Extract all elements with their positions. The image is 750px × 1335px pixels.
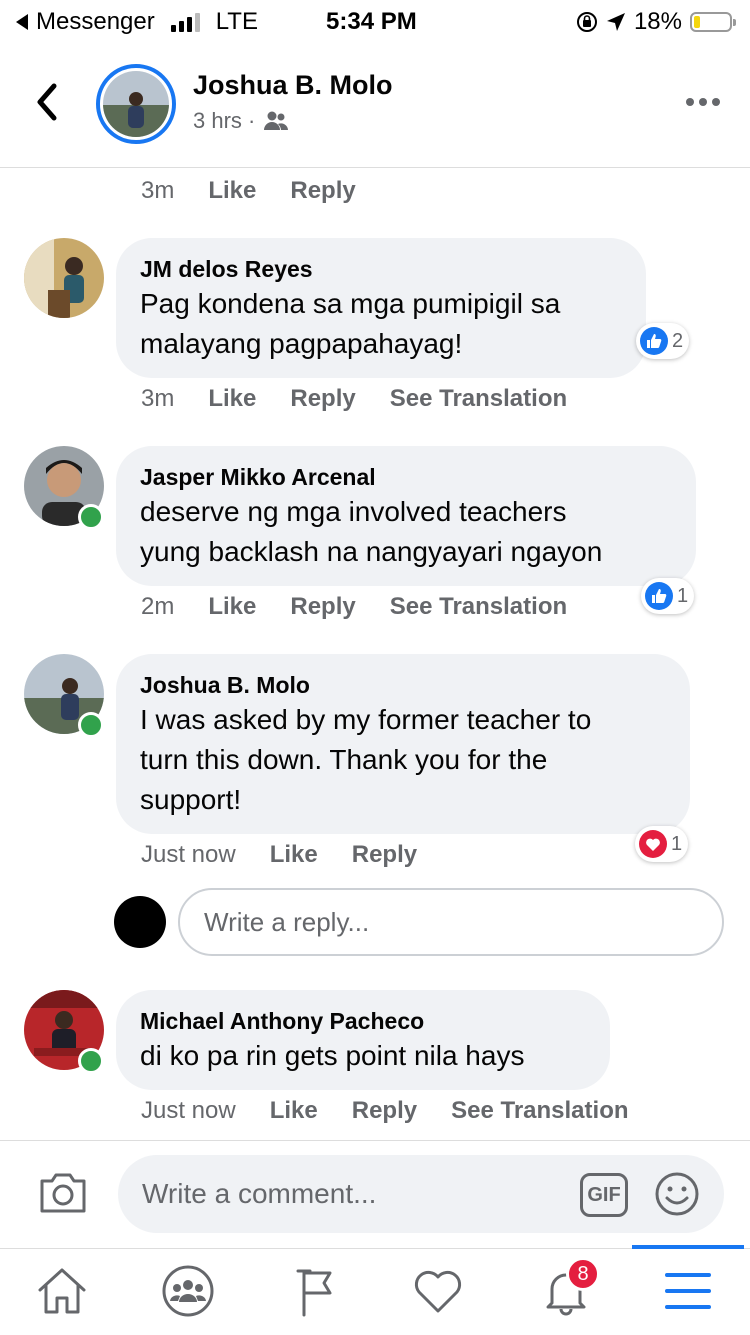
comment-bubble[interactable]: JM delos Reyes Pag kondena sa mga pumipi… <box>116 238 646 378</box>
post-time: 3 hrs · <box>193 108 256 133</box>
reply-placeholder: Write a reply... <box>204 906 370 937</box>
tab-pages[interactable] <box>284 1261 344 1321</box>
gif-label: GIF <box>587 1183 621 1206</box>
chevron-left-icon <box>37 83 57 121</box>
status-bar: Messenger LTE 5:34 PM 18% <box>0 0 750 40</box>
comment-time: 3m <box>141 177 175 204</box>
like-reaction-icon <box>645 582 673 610</box>
tab-groups[interactable] <box>158 1261 218 1321</box>
comment-bubble[interactable]: Joshua B. Molo I was asked by my former … <box>116 654 690 834</box>
comment-text: Pag kondena sa mga pumipigil sa <box>140 288 561 319</box>
back-triangle-icon <box>16 14 28 30</box>
comment-actions: 2m Like Reply See Translation <box>141 593 601 621</box>
online-status-indicator <box>78 1048 104 1074</box>
smiley-icon <box>655 1172 699 1216</box>
menu-icon <box>665 1273 711 1309</box>
like-link[interactable]: Like <box>208 385 256 413</box>
reaction-count: 1 <box>671 832 683 855</box>
reply-link[interactable]: Reply <box>352 841 417 869</box>
reaction-summary[interactable]: 1 <box>641 578 695 614</box>
comment-time: 2m <box>141 593 175 620</box>
comment-input[interactable]: Write a comment... <box>118 1155 724 1233</box>
gif-button[interactable]: GIF <box>580 1173 628 1217</box>
comment-text: support! <box>140 784 242 815</box>
reply-link[interactable]: Reply <box>290 593 355 621</box>
see-translation-link[interactable]: See Translation <box>390 385 567 413</box>
post-meta: 3 hrs · <box>193 108 289 134</box>
comment-actions: 3m Like Reply <box>141 177 390 205</box>
battery-icon <box>690 12 736 32</box>
notification-badge: 8 <box>566 1257 600 1291</box>
comment-placeholder: Write a comment... <box>142 1178 377 1209</box>
reaction-summary[interactable]: 1 <box>635 826 689 862</box>
comment-time: Just now <box>141 1097 236 1124</box>
friends-audience-icon <box>264 111 289 130</box>
online-status-indicator <box>78 504 104 530</box>
reply-link[interactable]: Reply <box>352 1097 417 1125</box>
rotation-lock-icon <box>576 12 597 32</box>
camera-button[interactable] <box>38 1171 88 1220</box>
comment-bubble[interactable]: Jasper Mikko Arcenal deserve ng mga invo… <box>116 446 696 586</box>
back-button[interactable] <box>32 80 60 129</box>
active-tab-indicator <box>632 1245 744 1249</box>
flag-icon <box>296 1269 332 1317</box>
see-translation-link[interactable]: See Translation <box>451 1097 628 1125</box>
commenter-name[interactable]: Joshua B. Molo <box>140 670 666 700</box>
reaction-summary[interactable]: 2 <box>636 323 690 359</box>
love-reaction-icon <box>639 830 667 858</box>
author-avatar[interactable] <box>96 64 176 144</box>
network-label: LTE <box>215 8 258 35</box>
comment-text: malayang pagpapahayag! <box>140 328 463 359</box>
comment-time: Just now <box>141 841 236 868</box>
comment-text: I was asked by my former teacher to <box>140 704 592 735</box>
more-options-button[interactable] <box>686 98 720 106</box>
tab-menu[interactable] <box>658 1261 718 1321</box>
reply-link[interactable]: Reply <box>290 177 355 205</box>
comment-bubble[interactable]: Michael Anthony Pacheco di ko pa rin get… <box>116 990 610 1090</box>
heart-icon <box>414 1270 462 1313</box>
like-reaction-icon <box>640 327 668 355</box>
tab-home[interactable] <box>32 1261 92 1321</box>
commenter-name[interactable]: Jasper Mikko Arcenal <box>140 462 672 492</box>
tab-dating[interactable] <box>408 1261 468 1321</box>
like-link[interactable]: Like <box>270 841 318 869</box>
comment-actions: Just now Like Reply <box>141 841 451 869</box>
comment-text: yung backlash na nangyayari ngayon <box>140 536 603 567</box>
back-app-label: Messenger <box>36 8 155 35</box>
comment-text: di ko pa rin gets point nila hays <box>140 1040 525 1071</box>
groups-icon <box>162 1265 214 1317</box>
comment-actions: Just now Like Reply See Translation <box>141 1097 663 1125</box>
commenter-name[interactable]: Michael Anthony Pacheco <box>140 1006 586 1036</box>
online-status-indicator <box>78 712 104 738</box>
commenter-avatar[interactable] <box>24 238 104 318</box>
battery-percent: 18% <box>633 8 682 35</box>
post-header: Joshua B. Molo 3 hrs · <box>0 40 750 168</box>
location-icon <box>606 13 625 31</box>
bottom-tab-bar: 8 <box>0 1245 750 1335</box>
reply-link[interactable]: Reply <box>290 385 355 413</box>
comment-actions: 3m Like Reply See Translation <box>141 385 601 413</box>
home-icon <box>38 1268 86 1314</box>
comment-text: turn this down. Thank you for the <box>140 744 548 775</box>
reaction-count: 1 <box>677 584 689 607</box>
reaction-count: 2 <box>672 329 684 352</box>
commenter-name[interactable]: JM delos Reyes <box>140 254 622 284</box>
my-avatar <box>114 896 166 948</box>
comment-time: 3m <box>141 385 175 412</box>
comment-text: deserve ng mga involved teachers <box>140 496 567 527</box>
like-link[interactable]: Like <box>208 593 256 621</box>
like-link[interactable]: Like <box>208 177 256 205</box>
reply-input[interactable]: Write a reply... <box>178 888 724 956</box>
emoji-button[interactable] <box>654 1171 700 1222</box>
camera-icon <box>40 1173 86 1213</box>
signal-icon <box>170 12 200 32</box>
like-link[interactable]: Like <box>270 1097 318 1125</box>
author-name[interactable]: Joshua B. Molo <box>193 70 393 101</box>
back-to-app[interactable]: Messenger LTE <box>14 8 258 36</box>
comment-composer: Write a comment... GIF <box>0 1140 750 1249</box>
clock: 5:34 PM <box>326 8 417 35</box>
see-translation-link[interactable]: See Translation <box>390 593 567 621</box>
